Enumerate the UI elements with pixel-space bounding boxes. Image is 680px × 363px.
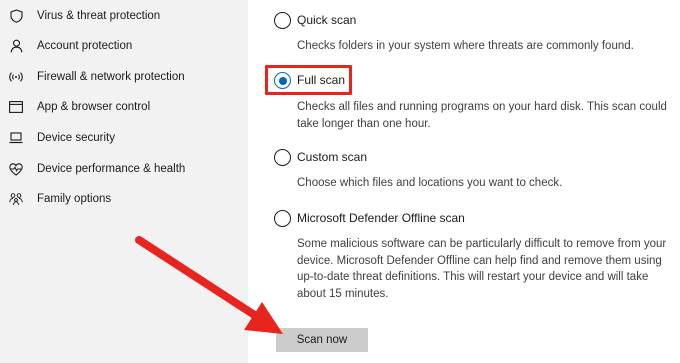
full-scan-description: Checks all files and running programs on… [297,101,667,130]
sidebar-item-label: Account protection [37,40,133,52]
person-icon [9,39,23,53]
sidebar-item-label: App & browser control [37,101,151,113]
scan-now-button[interactable]: Scan now [276,328,368,352]
sidebar-item-device-performance-health[interactable]: Device performance & health [0,154,248,184]
custom-scan-description: Choose which files and locations you wan… [297,177,563,189]
quick-scan-radio[interactable] [274,12,291,29]
heart-pulse-icon [9,162,23,176]
sidebar: Virus & threat protection Account protec… [0,0,248,363]
offline-scan-radio[interactable] [274,210,291,227]
sidebar-item-label: Device security [37,132,115,144]
windows-security-window: Virus & threat protection Account protec… [0,0,680,363]
radio-selected-dot [278,76,287,85]
offline-scan-description: Some malicious software can be particula… [297,238,667,300]
sidebar-item-device-security[interactable]: Device security [0,123,248,153]
laptop-icon [9,131,23,145]
sidebar-item-virus-threat-protection[interactable]: Virus & threat protection [0,1,248,31]
full-scan-radio[interactable] [274,72,291,89]
custom-scan-radio[interactable] [274,149,291,166]
sidebar-item-label: Virus & threat protection [37,10,161,22]
shield-icon [9,9,23,23]
custom-scan-label[interactable]: Custom scan [297,150,367,164]
family-icon [9,192,23,206]
wifi-icon [9,70,23,84]
sidebar-item-account-protection[interactable]: Account protection [0,31,248,61]
sidebar-item-label: Device performance & health [37,163,186,175]
quick-scan-description: Checks folders in your system where thre… [297,40,634,52]
full-scan-label[interactable]: Full scan [297,73,345,87]
quick-scan-label[interactable]: Quick scan [297,13,356,27]
sidebar-item-app-browser-control[interactable]: App & browser control [0,92,248,122]
browser-window-icon [9,100,23,114]
sidebar-item-label: Family options [37,193,112,205]
offline-scan-label[interactable]: Microsoft Defender Offline scan [297,211,465,225]
sidebar-item-firewall-network-protection[interactable]: Firewall & network protection [0,62,248,92]
sidebar-item-family-options[interactable]: Family options [0,184,248,214]
sidebar-item-label: Firewall & network protection [37,71,185,83]
